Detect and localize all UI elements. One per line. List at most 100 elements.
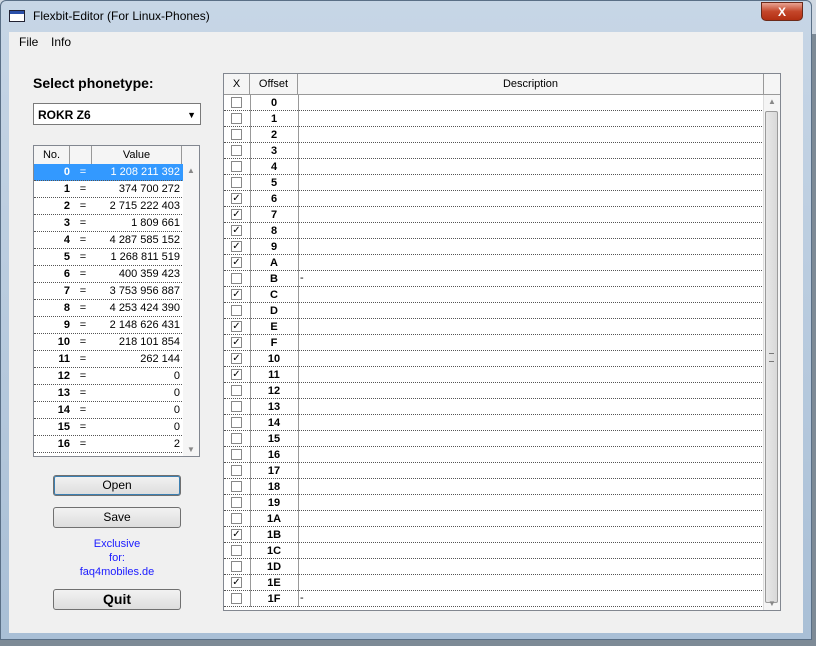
table-row[interactable]: 4: [224, 159, 764, 175]
table-row[interactable]: 7 = 3 753 956 887: [34, 283, 184, 300]
flag-checkbox[interactable]: [231, 161, 242, 172]
table-row[interactable]: 17: [224, 463, 764, 479]
table-row[interactable]: ✓ 6: [224, 191, 764, 207]
flag-checkbox[interactable]: ✓: [231, 369, 242, 380]
table-row[interactable]: ✓ 1B: [224, 527, 764, 543]
column-header-value[interactable]: Value: [92, 146, 182, 164]
table-row[interactable]: ✓ 9: [224, 239, 764, 255]
table-row[interactable]: 3: [224, 143, 764, 159]
table-row[interactable]: D: [224, 303, 764, 319]
phonetype-dropdown[interactable]: ROKR Z6 ▼: [33, 103, 201, 125]
table-row[interactable]: 10 = 218 101 854: [34, 334, 184, 351]
scroll-up-icon[interactable]: ▲: [187, 166, 195, 175]
flag-checkbox[interactable]: [231, 449, 242, 460]
table-row[interactable]: 6 = 400 359 423: [34, 266, 184, 283]
save-button[interactable]: Save: [53, 507, 181, 528]
table-row[interactable]: 11 = 262 144: [34, 351, 184, 368]
table-row[interactable]: 15: [224, 431, 764, 447]
table-row[interactable]: 1 = 374 700 272: [34, 181, 184, 198]
table-row[interactable]: 1C: [224, 543, 764, 559]
flags-scrollbar[interactable]: ▲ ▼: [763, 95, 780, 610]
table-row[interactable]: 16: [224, 447, 764, 463]
flag-checkbox[interactable]: ✓: [231, 225, 242, 236]
flag-checkbox[interactable]: [231, 481, 242, 492]
column-header-description[interactable]: Description: [298, 74, 764, 94]
table-row[interactable]: 0: [224, 95, 764, 111]
table-row[interactable]: 2 = 2 715 222 403: [34, 198, 184, 215]
column-header-x[interactable]: X: [224, 74, 250, 94]
table-row[interactable]: 14: [224, 415, 764, 431]
table-row[interactable]: 9 = 2 148 626 431: [34, 317, 184, 334]
flag-checkbox[interactable]: [231, 385, 242, 396]
table-row[interactable]: 19: [224, 495, 764, 511]
table-row[interactable]: ✓ 8: [224, 223, 764, 239]
table-row[interactable]: ✓ 10: [224, 351, 764, 367]
flag-checkbox[interactable]: ✓: [231, 337, 242, 348]
table-row[interactable]: 1: [224, 111, 764, 127]
column-header-eq[interactable]: [70, 146, 92, 164]
flag-checkbox[interactable]: ✓: [231, 353, 242, 364]
table-row[interactable]: ✓ A: [224, 255, 764, 271]
menu-file[interactable]: File: [19, 35, 38, 49]
table-row[interactable]: 15 = 0: [34, 419, 184, 436]
close-button[interactable]: X: [761, 2, 803, 21]
menu-info[interactable]: Info: [51, 35, 71, 49]
flag-checkbox[interactable]: [231, 129, 242, 140]
table-row[interactable]: 3 = 1 809 661: [34, 215, 184, 232]
table-row[interactable]: 13 = 0: [34, 385, 184, 402]
column-header-offset[interactable]: Offset: [250, 74, 298, 94]
flag-checkbox[interactable]: ✓: [231, 289, 242, 300]
table-row[interactable]: 1F -: [224, 591, 764, 607]
table-row[interactable]: 5 = 1 268 811 519: [34, 249, 184, 266]
flag-checkbox[interactable]: ✓: [231, 257, 242, 268]
flag-checkbox[interactable]: [231, 497, 242, 508]
scrollbar-thumb[interactable]: [765, 111, 778, 603]
flag-checkbox[interactable]: ✓: [231, 529, 242, 540]
table-row[interactable]: ✓ 11: [224, 367, 764, 383]
flag-description[interactable]: -: [300, 272, 304, 284]
table-row[interactable]: ✓ 7: [224, 207, 764, 223]
flag-checkbox[interactable]: [231, 433, 242, 444]
table-row[interactable]: 14 = 0: [34, 402, 184, 419]
table-row[interactable]: ✓ C: [224, 287, 764, 303]
flag-checkbox[interactable]: [231, 305, 242, 316]
table-row[interactable]: 5: [224, 175, 764, 191]
flag-checkbox[interactable]: [231, 513, 242, 524]
flag-checkbox[interactable]: ✓: [231, 209, 242, 220]
flag-checkbox[interactable]: [231, 401, 242, 412]
flag-checkbox[interactable]: [231, 465, 242, 476]
flag-checkbox[interactable]: [231, 97, 242, 108]
scroll-up-icon[interactable]: ▲: [768, 97, 776, 106]
table-row[interactable]: 8 = 4 253 424 390: [34, 300, 184, 317]
table-row[interactable]: 1D: [224, 559, 764, 575]
flag-description[interactable]: -: [300, 592, 304, 604]
flag-checkbox[interactable]: ✓: [231, 241, 242, 252]
flag-checkbox[interactable]: [231, 545, 242, 556]
flag-checkbox[interactable]: ✓: [231, 577, 242, 588]
flag-checkbox[interactable]: ✓: [231, 321, 242, 332]
table-row[interactable]: 18: [224, 479, 764, 495]
flag-checkbox[interactable]: [231, 561, 242, 572]
table-row[interactable]: B-: [224, 271, 764, 287]
quit-button[interactable]: Quit: [53, 589, 181, 610]
open-button[interactable]: Open: [53, 475, 181, 496]
flag-checkbox[interactable]: [231, 145, 242, 156]
flag-checkbox[interactable]: [231, 177, 242, 188]
table-row[interactable]: 1A: [224, 511, 764, 527]
table-row[interactable]: 12: [224, 383, 764, 399]
table-row[interactable]: ✓ F: [224, 335, 764, 351]
flag-checkbox[interactable]: ✓: [231, 193, 242, 204]
flag-checkbox[interactable]: [231, 273, 242, 284]
flag-checkbox[interactable]: [231, 593, 242, 604]
column-header-no[interactable]: No.: [34, 146, 70, 164]
table-row[interactable]: ✓ 1E: [224, 575, 764, 591]
table-row[interactable]: 4 = 4 287 585 152: [34, 232, 184, 249]
table-row[interactable]: 2: [224, 127, 764, 143]
title-bar[interactable]: Flexbit-Editor (For Linux-Phones) X: [1, 1, 811, 31]
scroll-down-icon[interactable]: ▼: [768, 599, 776, 608]
values-scrollbar[interactable]: ▲ ▼: [183, 164, 199, 456]
scroll-down-icon[interactable]: ▼: [187, 445, 195, 454]
flag-checkbox[interactable]: [231, 113, 242, 124]
table-row[interactable]: 16 = 2: [34, 436, 184, 453]
flags-grid[interactable]: X Offset Description 0 1 2 3 4 5 ✓ 6 ✓ 7 ✓ 8 ✓ 9 ✓ A B - ✓…: [223, 73, 781, 611]
